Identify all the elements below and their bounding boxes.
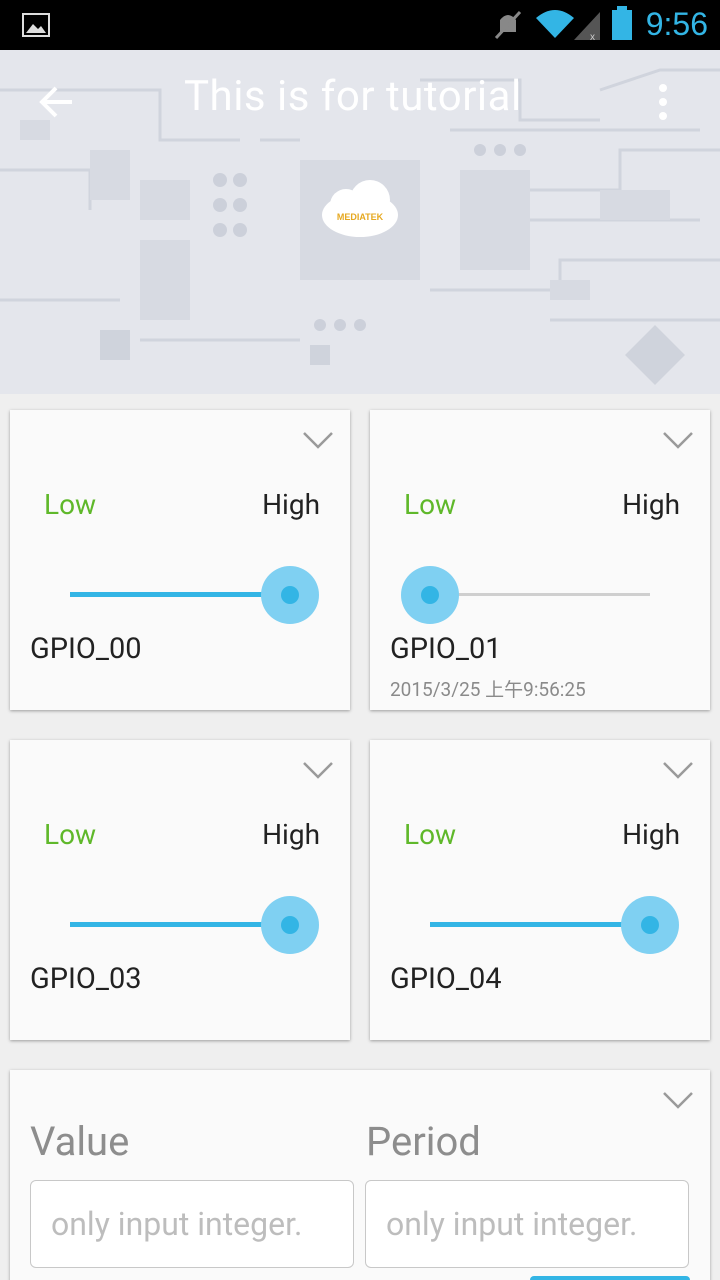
back-arrow-icon[interactable] (34, 78, 82, 126)
low-label: Low (44, 488, 97, 521)
gpio-card: Low High GPIO_01 2015/3/25 上午9:56:25 (370, 410, 710, 710)
high-label: High (622, 488, 680, 521)
period-label: Period (366, 1118, 481, 1165)
gpio-slider-track[interactable] (430, 922, 650, 927)
mute-icon (494, 10, 522, 40)
gpio-card: Low High GPIO_00 (10, 410, 350, 710)
status-time: 9:56 (645, 6, 708, 42)
signal-icon: x (574, 12, 600, 42)
chevron-down-icon[interactable] (662, 1090, 694, 1110)
gpio-timestamp: 2015/3/25 上午9:56:25 (390, 678, 586, 701)
submit-button[interactable] (530, 1276, 690, 1280)
gpio-slider-fill (70, 922, 290, 927)
high-label: High (262, 818, 320, 851)
chevron-down-icon[interactable] (302, 760, 334, 780)
gpio-slider-thumb[interactable] (261, 896, 319, 954)
page-title: This is for tutorial (184, 72, 522, 121)
gpio-card: Low High GPIO_04 (370, 740, 710, 1040)
period-input[interactable] (365, 1180, 689, 1268)
gpio-slider-track[interactable] (430, 593, 650, 596)
image-notification-icon (22, 13, 50, 37)
gpio-slider-thumb[interactable] (401, 566, 459, 624)
value-input[interactable] (30, 1180, 354, 1268)
low-label: Low (404, 488, 457, 521)
gpio-name: GPIO_01 (390, 632, 502, 666)
header-banner: MEDIATEK This is for tutorial (0, 50, 720, 394)
chevron-down-icon[interactable] (662, 760, 694, 780)
battery-icon (612, 6, 632, 40)
svg-text:MEDIATEK: MEDIATEK (337, 212, 384, 222)
gpio-slider-fill (430, 922, 650, 927)
gpio-slider-thumb[interactable] (261, 566, 319, 624)
gpio-name: GPIO_00 (30, 632, 142, 666)
low-label: Low (404, 818, 457, 851)
svg-text:x: x (590, 32, 595, 42)
low-label: Low (44, 818, 97, 851)
gpio-name: GPIO_03 (30, 962, 142, 996)
gpio-slider-track[interactable] (70, 922, 290, 927)
chevron-down-icon[interactable] (662, 430, 694, 450)
gpio-slider-track[interactable] (70, 592, 290, 597)
high-label: High (622, 818, 680, 851)
gpio-slider-fill (70, 592, 290, 597)
chevron-down-icon[interactable] (302, 430, 334, 450)
high-label: High (262, 488, 320, 521)
value-label: Value (30, 1118, 130, 1165)
overflow-menu-icon[interactable] (648, 80, 678, 128)
gpio-name: GPIO_04 (390, 962, 502, 996)
gpio-slider-thumb[interactable] (621, 896, 679, 954)
gpio-card: Low High GPIO_03 (10, 740, 350, 1040)
status-bar: x 9:56 (0, 0, 720, 50)
wifi-icon (536, 10, 574, 38)
